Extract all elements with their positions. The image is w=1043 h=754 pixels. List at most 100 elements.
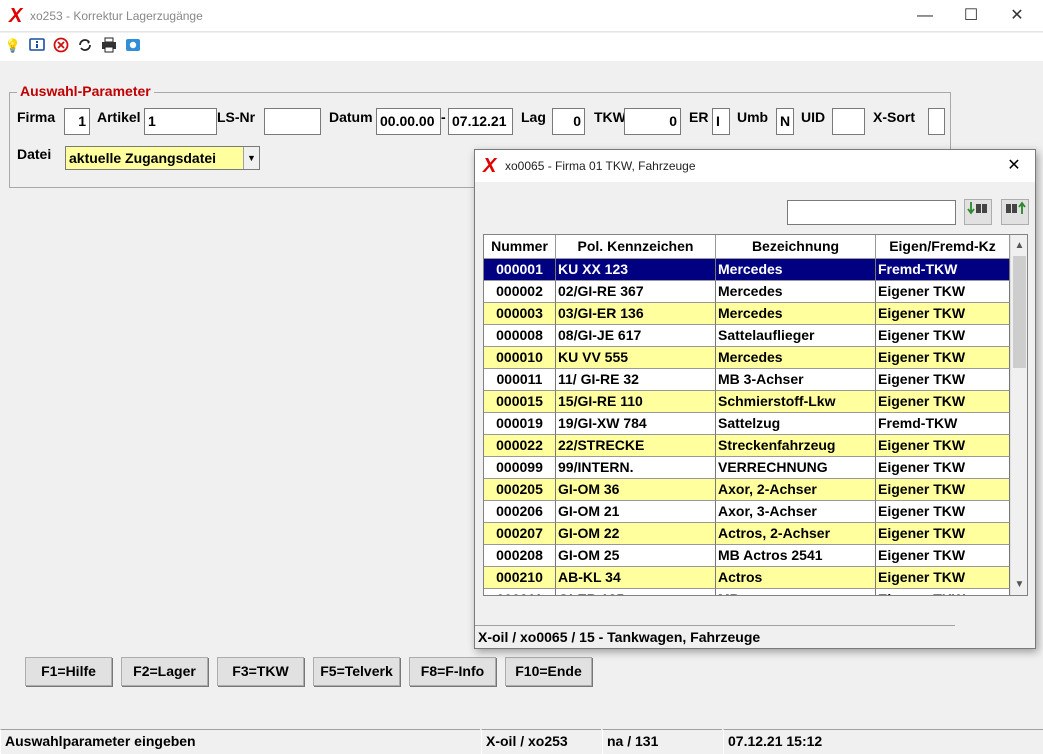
dialog-search-input[interactable]: [787, 200, 956, 225]
grid-rows: 000001 KU XX 123 Mercedes Fremd-TKW 000002 02…: [484, 259, 1010, 595]
refresh-icon[interactable]: [76, 37, 94, 55]
f5-telverk-button[interactable]: F5=Telverk: [313, 657, 400, 686]
table-row[interactable]: 000206 GI-OM 21 Axor, 3-Achser Eigener TKW: [484, 501, 1010, 523]
table-cell: Sattelauflieger: [716, 325, 876, 347]
table-row[interactable]: 000008 08/GI-JE 617 Sattelauflieger Eigener…: [484, 325, 1010, 347]
table-row[interactable]: 000011 11/ GI-RE 32 MB 3-Achser Eigener TKW: [484, 369, 1010, 391]
search-down-icon[interactable]: [964, 199, 992, 225]
table-cell: Streckenfahrzeug: [716, 435, 876, 457]
grid-header: Nummer Pol. Kennzeichen Bezeichnung Eigen/F…: [484, 235, 1010, 259]
f2-lager-button[interactable]: F2=Lager: [121, 657, 208, 686]
table-cell: Eigener TKW: [876, 589, 1010, 595]
search-up-icon[interactable]: [1001, 199, 1029, 225]
table-row[interactable]: 000003 03/GI-ER 136 Mercedes Eigener TKW: [484, 303, 1010, 325]
close-window-button[interactable]: ✕: [994, 2, 1040, 30]
table-cell: KU VV 555: [556, 347, 716, 369]
table-cell: Eigener TKW: [876, 523, 1010, 545]
grid-scrollbar[interactable]: ▲ ▼: [1010, 235, 1027, 595]
uid-input[interactable]: [832, 108, 865, 135]
xsort-input[interactable]: [928, 108, 945, 135]
table-cell: 000001: [484, 259, 556, 281]
table-cell: Eigener TKW: [876, 369, 1010, 391]
table-cell: 000205: [484, 479, 556, 501]
datei-select[interactable]: aktuelle Zugangsdatei ▼: [65, 146, 260, 170]
table-row[interactable]: 000022 22/STRECKE Streckenfahrzeug Eigener …: [484, 435, 1010, 457]
info-icon[interactable]: [28, 37, 46, 55]
f1-help-button[interactable]: F1=Hilfe: [25, 657, 112, 686]
table-cell: MB 3-Achser: [716, 369, 876, 391]
table-cell: 22/STRECKE: [556, 435, 716, 457]
datum-from-input[interactable]: 00.00.00: [376, 108, 441, 135]
table-cell: VERRECHNUNG: [716, 457, 876, 479]
column-header[interactable]: Bezeichnung: [716, 235, 876, 259]
firma-label: Firma: [17, 109, 56, 125]
artikel-input[interactable]: 1: [144, 108, 217, 135]
table-row[interactable]: 000019 19/GI-XW 784 Sattelzug Fremd-TKW: [484, 413, 1010, 435]
lsnr-input[interactable]: [264, 108, 321, 135]
table-cell: AB-KL 34: [556, 567, 716, 589]
lag-label: Lag: [521, 109, 546, 125]
datei-label: Datei: [17, 146, 52, 162]
table-cell: Eigener TKW: [876, 479, 1010, 501]
f8-finfo-button[interactable]: F8=F-Info: [409, 657, 496, 686]
table-row[interactable]: 000205 GI-OM 36 Axor, 2-Achser Eigener TKW: [484, 479, 1010, 501]
table-row[interactable]: 000208 GI-OM 25 MB Actros 2541 Eigener TKW: [484, 545, 1010, 567]
column-header[interactable]: Pol. Kennzeichen: [556, 235, 716, 259]
table-cell: MB Actros 2541: [716, 545, 876, 567]
table-row[interactable]: 000210 AB-KL 34 Actros Eigener TKW: [484, 567, 1010, 589]
chevron-down-icon[interactable]: ▼: [243, 147, 259, 169]
column-header[interactable]: Nummer: [484, 235, 556, 259]
table-cell: 02/GI-RE 367: [556, 281, 716, 303]
maximize-button[interactable]: ☐: [948, 2, 994, 30]
table-cell: Eigener TKW: [876, 457, 1010, 479]
lag-input[interactable]: 0: [552, 108, 585, 135]
status-message: Auswahlparameter eingeben: [0, 729, 480, 754]
dialog-title: xo0065 - Firma 01 TKW, Fahrzeuge: [505, 159, 696, 173]
chat-icon[interactable]: [124, 37, 142, 55]
vehicle-dialog: X xo0065 - Firma 01 TKW, Fahrzeuge ✕ Num…: [474, 149, 1036, 649]
table-row[interactable]: 000099 99/INTERN. VERRECHNUNG Eigener TKW: [484, 457, 1010, 479]
table-row[interactable]: 000010 KU VV 555 Mercedes Eigener TKW: [484, 347, 1010, 369]
table-cell: Eigener TKW: [876, 435, 1010, 457]
minimize-button[interactable]: —: [902, 2, 948, 30]
umb-input[interactable]: N: [776, 108, 794, 135]
table-cell: 000015: [484, 391, 556, 413]
f3-tkw-button[interactable]: F3=TKW: [217, 657, 304, 686]
column-header[interactable]: Eigen/Fremd-Kz: [876, 235, 1010, 259]
scroll-down-icon[interactable]: ▼: [1011, 576, 1027, 593]
f10-ende-button[interactable]: F10=Ende: [505, 657, 592, 686]
print-icon[interactable]: [100, 37, 118, 55]
er-input[interactable]: I: [712, 108, 730, 135]
table-cell: MB: [716, 589, 876, 595]
scroll-thumb[interactable]: [1013, 256, 1026, 368]
tkw-input[interactable]: 0: [624, 108, 681, 135]
status-app: X-oil / xo253: [481, 729, 601, 754]
cancel-icon[interactable]: [52, 37, 70, 55]
table-row[interactable]: 000002 02/GI-RE 367 Mercedes Eigener TKW: [484, 281, 1010, 303]
table-row[interactable]: 000001 KU XX 123 Mercedes Fremd-TKW: [484, 259, 1010, 281]
firma-input[interactable]: 1: [64, 108, 90, 135]
scroll-up-icon[interactable]: ▲: [1011, 237, 1027, 254]
table-cell: Schmierstoff-Lkw: [716, 391, 876, 413]
dialog-close-button[interactable]: ✕: [997, 152, 1031, 180]
table-row[interactable]: 000207 GI-OM 22 Actros, 2-Achser Eigener TK…: [484, 523, 1010, 545]
table-cell: 000206: [484, 501, 556, 523]
table-cell: 03/GI-ER 136: [556, 303, 716, 325]
window-title: xo253 - Korrektur Lagerzugänge: [30, 9, 203, 23]
vehicle-grid: Nummer Pol. Kennzeichen Bezeichnung Eigen/F…: [483, 234, 1028, 596]
main-title-bar: X xo253 - Korrektur Lagerzugänge — ☐ ✕: [0, 0, 1043, 32]
table-cell: GI-OM 22: [556, 523, 716, 545]
table-cell: Mercedes: [716, 259, 876, 281]
toolbar: 💡: [0, 33, 1043, 61]
datei-select-value: aktuelle Zugangsdatei: [69, 150, 217, 166]
table-cell: Eigener TKW: [876, 391, 1010, 413]
umb-label: Umb: [737, 109, 769, 125]
uid-label: UID: [801, 109, 826, 125]
lightbulb-icon[interactable]: 💡: [4, 37, 22, 55]
dialog-status: X-oil / xo0065 / 15 - Tankwagen, Fahrzeu…: [475, 625, 955, 648]
table-row[interactable]: 000211GI-ER 135MBEigener TKW: [484, 589, 1010, 595]
table-cell: Mercedes: [716, 281, 876, 303]
table-row[interactable]: 000015 15/GI-RE 110 Schmierstoff-Lkw Eigene…: [484, 391, 1010, 413]
table-cell: 000207: [484, 523, 556, 545]
datum-to-input[interactable]: 07.12.21: [448, 108, 513, 135]
